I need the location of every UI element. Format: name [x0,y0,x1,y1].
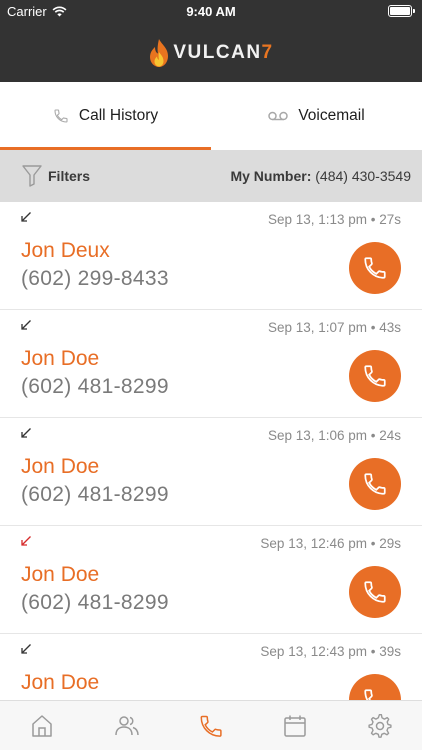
caller-name[interactable]: Jon Deux [21,239,110,263]
call-back-button[interactable] [349,674,401,700]
brand-name: VULCAN7 [173,42,274,63]
contacts-icon [114,715,139,735]
nav-home[interactable] [0,701,84,750]
phone-icon [364,257,386,279]
filters-button[interactable]: Filters [22,165,90,187]
call-back-button[interactable] [349,458,401,510]
call-history-list[interactable]: Sep 13, 1:13 pm • 27s Jon Deux (602) 299-8… [0,202,422,700]
call-back-button[interactable] [349,242,401,294]
nav-phone[interactable] [169,701,253,750]
caller-name[interactable]: Jon Doe [21,347,99,371]
nav-settings[interactable] [338,701,422,750]
call-direction-icon [21,212,31,222]
status-bar: Carrier 9:40 AM [0,0,422,24]
call-direction-icon [21,536,31,546]
calendar-icon [284,715,307,737]
tab-voicemail[interactable]: Voicemail [211,82,422,150]
call-row[interactable]: Sep 13, 1:13 pm • 27s Jon Deux (602) 299-8… [0,202,422,310]
filter-bar: Filters My Number: (484) 430-3549 [0,150,422,202]
my-number-value: (484) 430-3549 [315,168,411,184]
call-row[interactable]: Sep 13, 1:06 pm • 24s Jon Doe (602) 481-82… [0,418,422,526]
call-back-button[interactable] [349,350,401,402]
my-number: My Number: (484) 430-3549 [230,168,411,184]
brand-logo: VULCAN7 [0,38,422,68]
call-row[interactable]: Sep 13, 12:43 pm • 39s Jon Doe [0,634,422,700]
call-meta: Sep 13, 12:43 pm • 39s [260,644,401,659]
my-number-label: My Number: [230,168,312,184]
phone-icon [364,473,386,495]
status-time: 9:40 AM [186,4,236,19]
call-meta: Sep 13, 12:46 pm • 29s [260,536,401,551]
call-meta: Sep 13, 1:07 pm • 43s [267,320,401,335]
phone-icon [364,581,386,603]
call-direction-icon [21,320,31,330]
caller-phone: (602) 481-8299 [21,375,169,398]
voicemail-icon [268,111,289,121]
nav-contacts[interactable] [84,701,168,750]
call-direction-icon [21,428,31,438]
phone-icon [364,365,386,387]
nav-calendar[interactable] [253,701,337,750]
phone-icon [54,109,68,123]
settings-icon [368,713,392,738]
app-header: Carrier 9:40 AM VULCAN7 [0,0,422,82]
filter-icon [22,165,42,187]
call-direction-icon [21,644,31,654]
phone-icon [364,689,373,700]
battery-icon [388,5,415,17]
tab-call-history[interactable]: Call History [0,82,211,150]
caller-name[interactable]: Jon Doe [21,455,99,479]
brand-suffix: 7 [261,42,274,63]
phone-icon [200,715,222,737]
caller-phone: (602) 481-8299 [21,591,169,614]
caller-phone: (602) 299-8433 [21,267,169,290]
call-row[interactable]: Sep 13, 12:46 pm • 29s Jon Doe (602) 481-8… [0,526,422,634]
tab-voicemail-label: Voicemail [298,107,365,124]
call-meta: Sep 13, 1:13 pm • 27s [267,212,401,227]
home-icon [32,714,52,737]
call-back-button[interactable] [349,566,401,618]
caller-name[interactable]: Jon Doe [21,671,99,695]
caller-name[interactable]: Jon Doe [21,563,99,587]
caller-phone: (602) 481-8299 [21,483,169,506]
flame-icon [150,39,169,67]
tab-call-history-label: Call History [78,107,159,124]
tab-bar: Call History Voicemail [0,82,422,150]
call-meta: Sep 13, 1:06 pm • 24s [267,428,401,443]
bottom-nav [0,700,422,750]
call-row[interactable]: Sep 13, 1:07 pm • 43s Jon Doe (602) 481-82… [0,310,422,418]
filters-label: Filters [48,168,91,184]
